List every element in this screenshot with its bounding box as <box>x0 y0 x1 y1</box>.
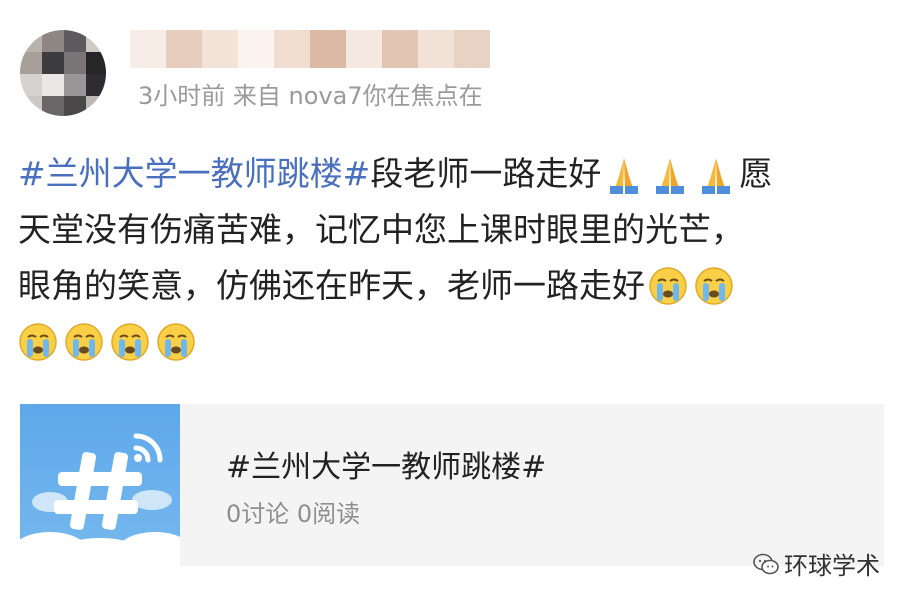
post-text-segment: 段老师一路走好 <box>370 154 602 193</box>
hashtag-link[interactable]: #兰州大学一教师跳楼# <box>18 146 370 202</box>
crying-face-icon <box>156 322 196 362</box>
topic-card-stats: 0讨论 0阅读 <box>226 500 361 528</box>
crying-face-icon <box>64 322 104 362</box>
crying-face-icon <box>648 266 688 306</box>
post-line-2: 天堂没有伤痛苦难，记忆中您上课时眼里的光芒， <box>18 210 744 249</box>
post-line-1: #兰州大学一教师跳楼# 段老师一路走好 愿 <box>18 146 886 202</box>
wechat-icon <box>753 553 779 574</box>
avatar[interactable] <box>20 30 106 116</box>
folded-hands-icon <box>694 152 738 196</box>
post-text-segment: 眼角的笑意，仿佛还在昨天，老师一路走好 <box>18 266 645 305</box>
topic-hashtag-icon <box>20 404 180 566</box>
crying-face-icon <box>694 266 734 306</box>
watermark-text: 环球学术 <box>784 552 880 580</box>
post-meta: 3小时前 来自 nova7你在焦点在 <box>138 82 483 110</box>
watermark: 环球学术 <box>752 546 880 581</box>
crying-face-icon <box>18 322 58 362</box>
post-line-3: 眼角的笑意，仿佛还在昨天，老师一路走好 <box>18 258 886 314</box>
username-blurred[interactable] <box>130 30 490 68</box>
post-text-segment: 愿 <box>739 154 773 193</box>
post-line-4 <box>18 314 886 370</box>
topic-card[interactable]: #兰州大学一教师跳楼# 0讨论 0阅读 <box>20 404 884 566</box>
folded-hands-icon <box>602 152 646 196</box>
post-text: #兰州大学一教师跳楼# 段老师一路走好 愿 天堂没有伤痛苦难，记忆中您上课时眼里… <box>18 146 886 370</box>
folded-hands-icon <box>648 152 692 196</box>
topic-card-title[interactable]: #兰州大学一教师跳楼# <box>226 442 546 486</box>
crying-face-icon <box>110 322 150 362</box>
